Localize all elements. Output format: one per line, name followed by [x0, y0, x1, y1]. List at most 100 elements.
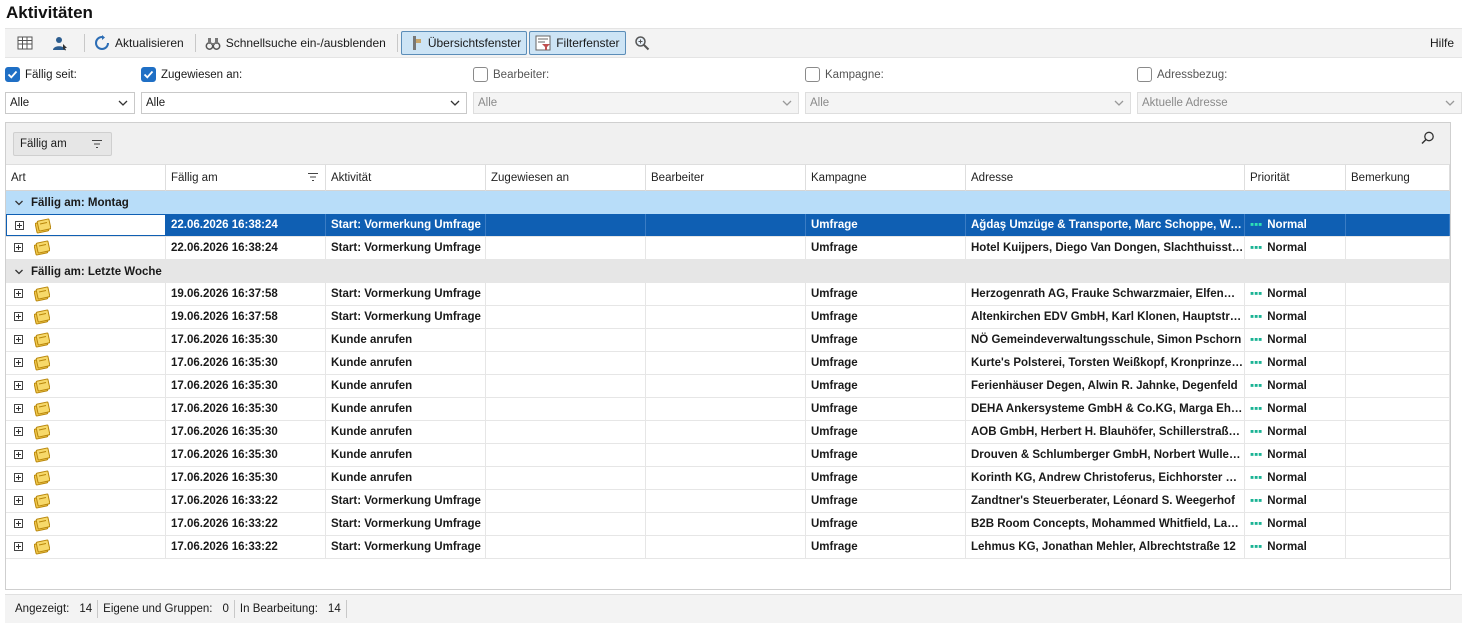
filter-bearbeiter[interactable]: Bearbeiter:: [473, 67, 549, 82]
group-row[interactable]: Fällig am: Montag: [6, 191, 1450, 214]
column-header-prioritaet[interactable]: Priorität: [1245, 165, 1346, 191]
group-label: Fällig am: Montag: [31, 196, 129, 209]
activity-type-icon: [34, 355, 50, 371]
user-select-button[interactable]: [46, 31, 79, 55]
table-row[interactable]: 17.06.2026 16:35:30 Kunde anrufen Umfrage K…: [6, 467, 1450, 490]
faellig-dropdown[interactable]: Alle: [5, 92, 135, 114]
group-chip-faellig[interactable]: Fällig am: [13, 132, 112, 156]
kampagne-checkbox[interactable]: [805, 67, 820, 82]
zoom-button[interactable]: [628, 31, 661, 55]
table-row[interactable]: 17.06.2026 16:33:22 Start: Vormerkung Umf…: [6, 536, 1450, 559]
column-header-art[interactable]: Art: [6, 165, 166, 191]
cell-faellig: 17.06.2026 16:35:30: [166, 444, 326, 466]
status-separator: [345, 600, 347, 618]
zugewiesen-checkbox[interactable]: [141, 67, 156, 82]
column-header-label: Art: [11, 172, 26, 184]
toolbar-separator: [396, 34, 398, 52]
table-row[interactable]: 17.06.2026 16:35:30 Kunde anrufen Umfrage F…: [6, 375, 1450, 398]
filter-adressbezug[interactable]: Adressbezug:: [1137, 67, 1227, 82]
zugewiesen-dropdown[interactable]: Alle: [141, 92, 467, 114]
checkmark-icon: [143, 70, 154, 79]
overview-window-button[interactable]: Übersichtsfenster: [400, 31, 528, 55]
expand-icon[interactable]: [14, 358, 23, 367]
table-row[interactable]: 22.06.2026 16:38:24 Start: Vormerkung Umf…: [6, 237, 1450, 260]
expand-icon[interactable]: [14, 381, 23, 390]
expand-icon[interactable]: [14, 312, 23, 321]
cell-adresse: Herzogenrath AG, Frauke Schwarzmaier, El…: [966, 283, 1245, 305]
bearbeiter-dropdown[interactable]: Alle: [473, 92, 799, 114]
cell-zugewiesen: [486, 536, 646, 558]
quicksearch-toggle-button[interactable]: Schnellsuche ein-/ausblenden: [199, 31, 392, 55]
adressbezug-checkbox[interactable]: [1137, 67, 1152, 82]
cell-bemerkung: [1346, 283, 1450, 305]
table-row[interactable]: 22.06.2026 16:38:24 Start: Vormerkung Umf…: [6, 214, 1450, 237]
activity-type-icon: [34, 447, 50, 463]
refresh-button[interactable]: Aktualisieren: [88, 31, 190, 55]
column-header-aktivitaet[interactable]: Aktivität: [326, 165, 486, 191]
cell-faellig: 17.06.2026 16:35:30: [166, 329, 326, 351]
cell-faellig: 17.06.2026 16:35:30: [166, 375, 326, 397]
status-own-value: 0: [222, 603, 229, 615]
table-row[interactable]: 19.06.2026 16:37:58 Start: Vormerkung Umf…: [6, 306, 1450, 329]
column-header-bearbeiter[interactable]: Bearbeiter: [646, 165, 806, 191]
expand-icon[interactable]: [15, 221, 24, 230]
table-row[interactable]: 17.06.2026 16:33:22 Start: Vormerkung Umf…: [6, 513, 1450, 536]
expand-icon[interactable]: [14, 243, 23, 252]
expand-icon[interactable]: [14, 289, 23, 298]
table-row[interactable]: 17.06.2026 16:35:30 Kunde anrufen Umfrage D…: [6, 398, 1450, 421]
filter-window-label: Filterfenster: [556, 36, 620, 50]
binoculars-icon: [205, 35, 221, 51]
kampagne-dropdown[interactable]: Alle: [805, 92, 1131, 114]
expand-icon[interactable]: [14, 473, 23, 482]
grid-view-button[interactable]: [11, 31, 44, 55]
table-row[interactable]: 17.06.2026 16:35:30 Kunde anrufen Umfrage K…: [6, 352, 1450, 375]
expand-icon[interactable]: [14, 427, 23, 436]
expand-icon[interactable]: [14, 496, 23, 505]
refresh-icon: [94, 35, 110, 51]
chevron-down-icon[interactable]: [14, 198, 24, 208]
cell-art: [6, 467, 166, 489]
chevron-down-icon[interactable]: [14, 267, 24, 277]
expand-icon[interactable]: [14, 450, 23, 459]
expand-icon[interactable]: [14, 335, 23, 344]
filter-zugewiesen[interactable]: Zugewiesen an:: [141, 67, 242, 82]
cell-art: [6, 329, 166, 351]
cell-faellig: 17.06.2026 16:33:22: [166, 513, 326, 535]
table-row[interactable]: 17.06.2026 16:35:30 Kunde anrufen Umfrage N…: [6, 329, 1450, 352]
filter-window-icon: [535, 35, 551, 51]
filter-kampagne[interactable]: Kampagne:: [805, 67, 884, 82]
group-row[interactable]: Fällig am: Letzte Woche: [6, 260, 1450, 283]
cell-art: [6, 444, 166, 466]
faellig-checkbox[interactable]: [5, 67, 20, 82]
filter-window-button[interactable]: Filterfenster: [529, 31, 626, 55]
column-header-faellig[interactable]: Fällig am: [166, 165, 326, 191]
column-header-kampagne[interactable]: Kampagne: [806, 165, 966, 191]
expand-icon[interactable]: [14, 404, 23, 413]
grid-search-button[interactable]: [1420, 130, 1436, 149]
expand-icon[interactable]: [14, 542, 23, 551]
adressbezug-dropdown[interactable]: Aktuelle Adresse: [1137, 92, 1462, 114]
status-editing-label: In Bearbeitung:: [239, 603, 318, 615]
help-link[interactable]: Hilfe: [1430, 36, 1454, 50]
cell-faellig: 17.06.2026 16:35:30: [166, 467, 326, 489]
cell-kampagne: Umfrage: [806, 467, 966, 489]
expand-icon[interactable]: [14, 519, 23, 528]
cell-prioritaet: ▪▪▪ Normal: [1245, 490, 1346, 512]
cell-kampagne: Umfrage: [806, 283, 966, 305]
cell-kampagne: Umfrage: [806, 513, 966, 535]
filter-faellig[interactable]: Fällig seit:: [5, 67, 77, 82]
column-header-bemerkung[interactable]: Bemerkung: [1346, 165, 1450, 191]
table-row[interactable]: 19.06.2026 16:37:58 Start: Vormerkung Umf…: [6, 283, 1450, 306]
cell-bearbeiter: [646, 214, 806, 236]
table-row[interactable]: 17.06.2026 16:35:30 Kunde anrufen Umfrage D…: [6, 444, 1450, 467]
cell-prioritaet: ▪▪▪ Normal: [1245, 352, 1346, 374]
cell-prioritaet: ▪▪▪ Normal: [1245, 375, 1346, 397]
table-row[interactable]: 17.06.2026 16:35:30 Kunde anrufen Umfrage A…: [6, 421, 1450, 444]
toolbar-separator: [84, 34, 85, 52]
table-row[interactable]: 17.06.2026 16:33:22 Start: Vormerkung Umf…: [6, 490, 1450, 513]
priority-icon: ▪▪▪: [1250, 357, 1263, 369]
bearbeiter-checkbox[interactable]: [473, 67, 488, 82]
column-header-adresse[interactable]: Adresse: [966, 165, 1245, 191]
column-header-zugewiesen[interactable]: Zugewiesen an: [486, 165, 646, 191]
activity-type-icon: [34, 240, 50, 256]
